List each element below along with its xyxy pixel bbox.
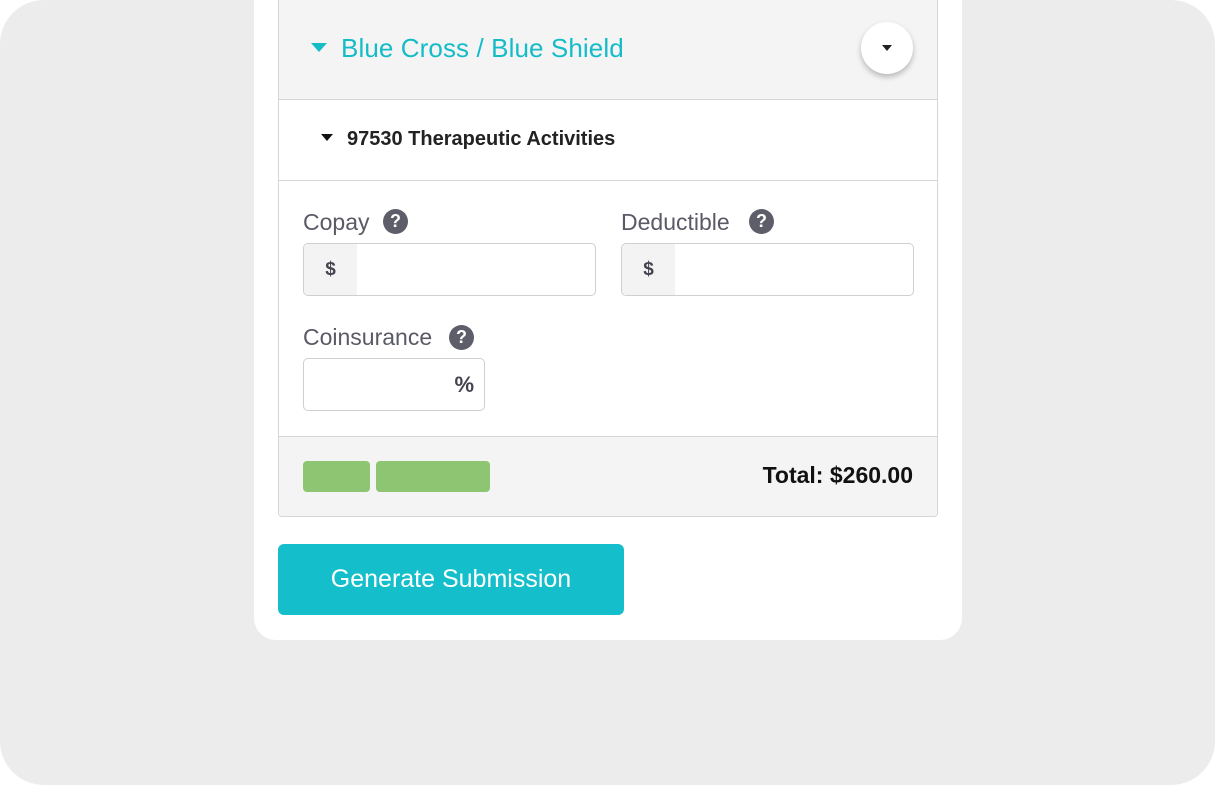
chevron-down-icon: [882, 45, 892, 51]
caret-down-icon[interactable]: [321, 134, 333, 141]
coinsurance-field[interactable]: %: [303, 358, 485, 411]
options-menu-button[interactable]: [861, 22, 913, 74]
caret-down-icon[interactable]: [311, 43, 327, 52]
deductible-field[interactable]: $: [621, 243, 914, 296]
dollar-prefix: $: [622, 244, 675, 295]
generate-submission-button[interactable]: Generate Submission: [278, 544, 624, 615]
insurance-panel: Blue Cross / Blue Shield 97530 Therapeut…: [278, 0, 938, 517]
deductible-label: Deductible: [621, 209, 730, 235]
procedure-code-label[interactable]: 97530 Therapeutic Activities: [347, 128, 615, 151]
help-icon[interactable]: ?: [449, 325, 474, 350]
total-amount: Total: $260.00: [762, 462, 913, 488]
procedure-row[interactable]: 97530 Therapeutic Activities: [279, 101, 937, 181]
insurance-title[interactable]: Blue Cross / Blue Shield: [341, 33, 624, 64]
percent-icon: %: [454, 372, 474, 397]
copay-label: Copay: [303, 209, 370, 235]
deductible-input[interactable]: [675, 244, 913, 295]
copay-field[interactable]: $: [303, 243, 596, 296]
help-icon[interactable]: ?: [383, 209, 408, 234]
green-action-button[interactable]: [376, 461, 490, 492]
help-icon[interactable]: ?: [749, 209, 774, 234]
panel-footer: Total: $260.00: [279, 436, 937, 516]
coinsurance-input[interactable]: [304, 359, 444, 410]
coinsurance-label: Coinsurance: [303, 324, 433, 350]
insurance-header[interactable]: Blue Cross / Blue Shield: [279, 0, 937, 100]
copay-input[interactable]: [357, 244, 595, 295]
green-action-button[interactable]: [303, 461, 370, 492]
dollar-prefix: $: [304, 244, 357, 295]
